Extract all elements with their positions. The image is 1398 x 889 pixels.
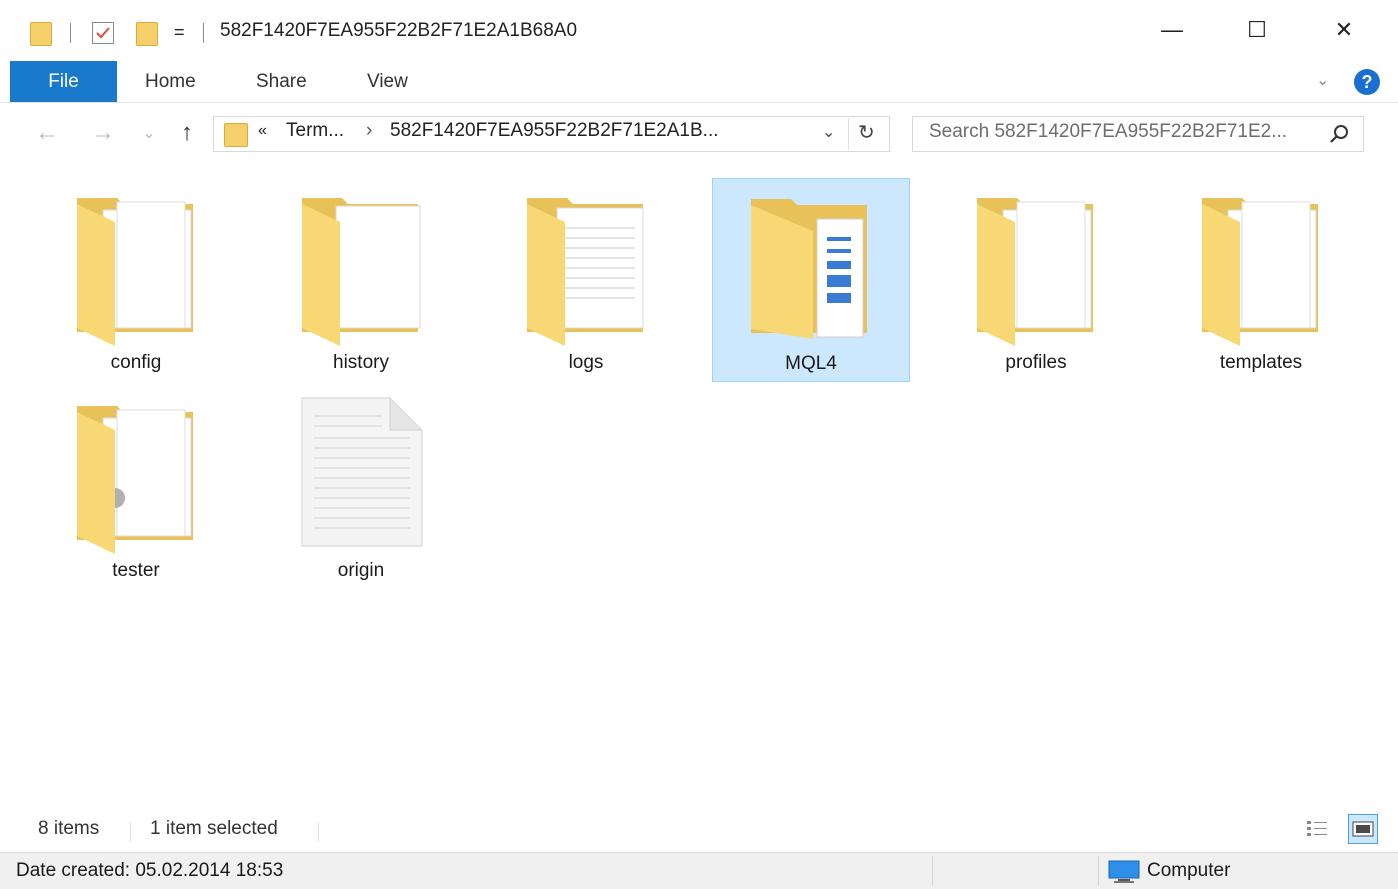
search-icon[interactable] xyxy=(1326,122,1352,148)
up-button[interactable]: ↑ xyxy=(170,116,204,150)
folder-icon xyxy=(30,22,52,46)
properties-icon[interactable] xyxy=(92,22,114,44)
item-label: templates xyxy=(1219,352,1303,373)
folder-item-profiles[interactable]: profiles xyxy=(937,178,1135,382)
folder-item-config[interactable]: config xyxy=(37,178,235,382)
large-icons-view-button[interactable] xyxy=(1348,814,1378,844)
folder-icon xyxy=(302,198,421,346)
info-separator xyxy=(1098,856,1099,886)
item-label: MQL4 xyxy=(785,353,837,374)
file-item-origin[interactable]: origin xyxy=(262,386,460,590)
folder-icon xyxy=(527,198,644,346)
breadcrumb-item[interactable]: 582F1420F7EA955F22B2F71E2A1B... xyxy=(390,120,719,142)
folder-item-history[interactable]: history xyxy=(262,178,460,382)
computer-icon xyxy=(1108,860,1140,883)
breadcrumb-item[interactable]: Term... xyxy=(286,120,344,142)
folder-icon xyxy=(77,406,193,554)
tab-file[interactable]: File xyxy=(10,61,117,102)
refresh-button[interactable]: ↻ xyxy=(858,120,875,145)
address-dropdown-icon[interactable]: ⌄ xyxy=(822,122,835,142)
document-icon xyxy=(301,397,423,547)
folder-item-tester[interactable]: tester xyxy=(37,386,235,590)
recent-locations-button[interactable]: ⌄ xyxy=(138,116,160,150)
info-separator xyxy=(932,856,933,886)
help-icon[interactable]: ? xyxy=(1354,69,1380,95)
back-button[interactable]: ← xyxy=(30,116,64,150)
ribbon-bar xyxy=(0,60,1398,103)
minimize-button[interactable]: — xyxy=(1128,0,1216,60)
details-view-button[interactable] xyxy=(1302,814,1332,844)
folder-item-logs[interactable]: logs xyxy=(487,178,685,382)
location-label: Computer xyxy=(1147,860,1231,881)
status-separator xyxy=(318,822,319,842)
tab-home[interactable]: Home xyxy=(145,61,196,102)
tab-view[interactable]: View xyxy=(367,61,408,102)
close-button[interactable]: ✕ xyxy=(1300,0,1388,60)
qat-separator xyxy=(203,23,204,43)
item-label: logs xyxy=(568,352,604,373)
item-label: history xyxy=(333,352,389,373)
forward-button[interactable]: → xyxy=(86,116,120,150)
item-label: config xyxy=(110,352,162,373)
selection-count: 1 item selected xyxy=(150,818,278,839)
maximize-button[interactable]: ☐ xyxy=(1213,0,1301,60)
folder-icon xyxy=(977,198,1093,346)
address-divider xyxy=(848,118,849,150)
qat-separator xyxy=(70,23,71,43)
folder-icon xyxy=(1202,198,1318,346)
date-created: Date created: 05.02.2014 18:53 xyxy=(16,860,284,881)
breadcrumb-overflow[interactable]: « xyxy=(258,122,267,140)
breadcrumb-separator-icon[interactable]: › xyxy=(366,120,372,142)
item-label: origin xyxy=(337,560,385,581)
new-folder-icon[interactable] xyxy=(136,22,158,46)
window-title: 582F1420F7EA955F22B2F71E2A1B68A0 xyxy=(220,20,578,41)
folder-item-templates[interactable]: templates xyxy=(1162,178,1360,382)
folder-icon xyxy=(751,199,867,339)
item-label: tester xyxy=(112,560,160,581)
folder-icon xyxy=(77,198,193,346)
large-icons-view-icon xyxy=(1352,821,1374,837)
details-view-icon xyxy=(1307,821,1327,836)
folder-item-mql4[interactable]: MQL4 xyxy=(712,178,910,382)
search-input[interactable]: Search 582F1420F7EA955F22B2F71E2... xyxy=(929,121,1287,143)
status-separator xyxy=(130,822,131,842)
ribbon-expand-icon[interactable]: ⌄ xyxy=(1316,70,1329,90)
qat-dropdown-icon[interactable]: = xyxy=(174,22,185,43)
folder-icon xyxy=(224,123,248,147)
item-count: 8 items xyxy=(38,818,100,839)
tab-share[interactable]: Share xyxy=(256,61,307,102)
item-label: profiles xyxy=(1005,352,1067,373)
